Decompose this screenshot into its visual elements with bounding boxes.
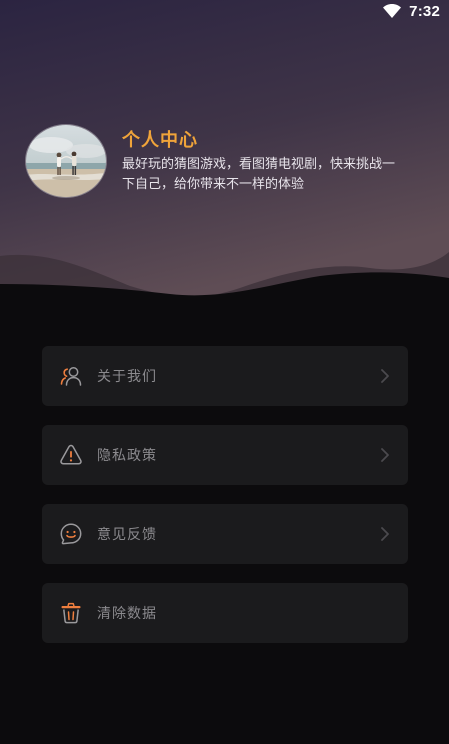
people-icon: [60, 367, 82, 386]
menu-item-about-us[interactable]: 关于我们: [42, 346, 408, 406]
menu-item-privacy-policy[interactable]: 隐私政策: [42, 425, 408, 485]
avatar-photo: [26, 125, 106, 197]
menu-item-label: 关于我们: [97, 369, 157, 385]
chevron-right-icon: [381, 448, 389, 462]
header-banner: 7:32 个人中心 最好玩的猜图游戏，看图猜电视剧，快来挑战一下自己，给你带来不…: [0, 0, 449, 300]
menu-list: 关于我们 隐私政策 意见反馈 清除数据: [42, 346, 408, 662]
trash-icon: [61, 602, 81, 624]
warning-icon: [60, 444, 82, 465]
menu-item-label: 隐私政策: [97, 448, 157, 464]
smile-chat-icon: [60, 523, 82, 545]
wifi-icon: [383, 4, 402, 18]
menu-item-label: 清除数据: [97, 606, 157, 622]
chevron-right-icon: [381, 369, 389, 383]
menu-item-clear-data[interactable]: 清除数据: [42, 583, 408, 643]
profile-description: 最好玩的猜图游戏，看图猜电视剧，快来挑战一下自己，给你带来不一样的体验: [122, 157, 396, 192]
page-title: 个人中心: [122, 130, 198, 151]
avatar[interactable]: [25, 124, 107, 198]
menu-item-feedback[interactable]: 意见反馈: [42, 504, 408, 564]
status-bar: 7:32: [383, 0, 449, 22]
chevron-right-icon: [381, 527, 389, 541]
status-time: 7:32: [409, 2, 440, 20]
menu-item-label: 意见反馈: [97, 527, 157, 543]
